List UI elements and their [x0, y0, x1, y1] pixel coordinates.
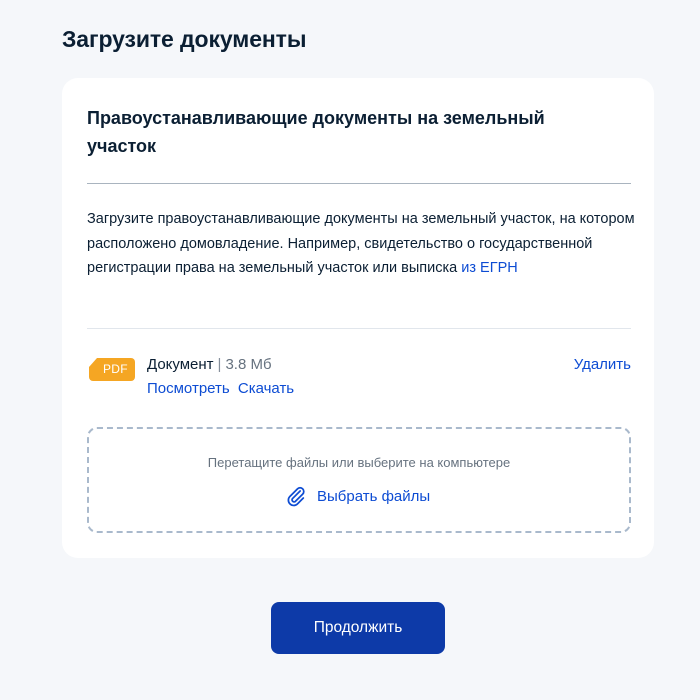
paperclip-icon — [287, 486, 305, 507]
choose-files-button[interactable]: Выбрать файлы — [285, 484, 430, 508]
card-title: Правоустанавливающие документы на земель… — [87, 108, 545, 156]
description-divider — [87, 328, 631, 329]
file-info: Документ | 3.8 Мб — [147, 356, 272, 373]
pdf-file-icon: PDF — [89, 358, 135, 381]
file-dropzone[interactable]: Перетащите файлы или выберите на компьют… — [87, 427, 631, 533]
card-description: Загрузите правоустанавливающие документы… — [87, 207, 635, 281]
file-name: Документ — [147, 356, 214, 373]
file-separator: | — [217, 356, 222, 373]
description-text: Загрузите правоустанавливающие документы… — [87, 211, 635, 276]
uploaded-file-row: PDF Документ | 3.8 Мб Посмотреть Скачать У… — [87, 354, 631, 404]
title-divider — [87, 183, 631, 184]
download-file-link[interactable]: Скачать — [238, 380, 294, 397]
file-size: 3.8 Мб — [225, 356, 272, 373]
view-file-link[interactable]: Посмотреть — [147, 380, 230, 397]
pdf-badge-label: PDF — [103, 362, 128, 376]
document-card: Правоустанавливающие документы на земель… — [62, 78, 654, 558]
choose-files-label: Выбрать файлы — [317, 487, 431, 505]
upload-page: Загрузите документы Правоустанавливающие… — [0, 0, 700, 700]
dropzone-hint: Перетащите файлы или выберите на компьют… — [207, 455, 511, 470]
continue-button[interactable]: Продолжить — [271, 602, 445, 654]
file-actions: Посмотреть Скачать — [147, 380, 298, 397]
page-title: Загрузите документы — [62, 26, 307, 52]
egrn-link[interactable]: из ЕГРН — [461, 260, 517, 276]
delete-file-link[interactable]: Удалить — [574, 356, 631, 373]
